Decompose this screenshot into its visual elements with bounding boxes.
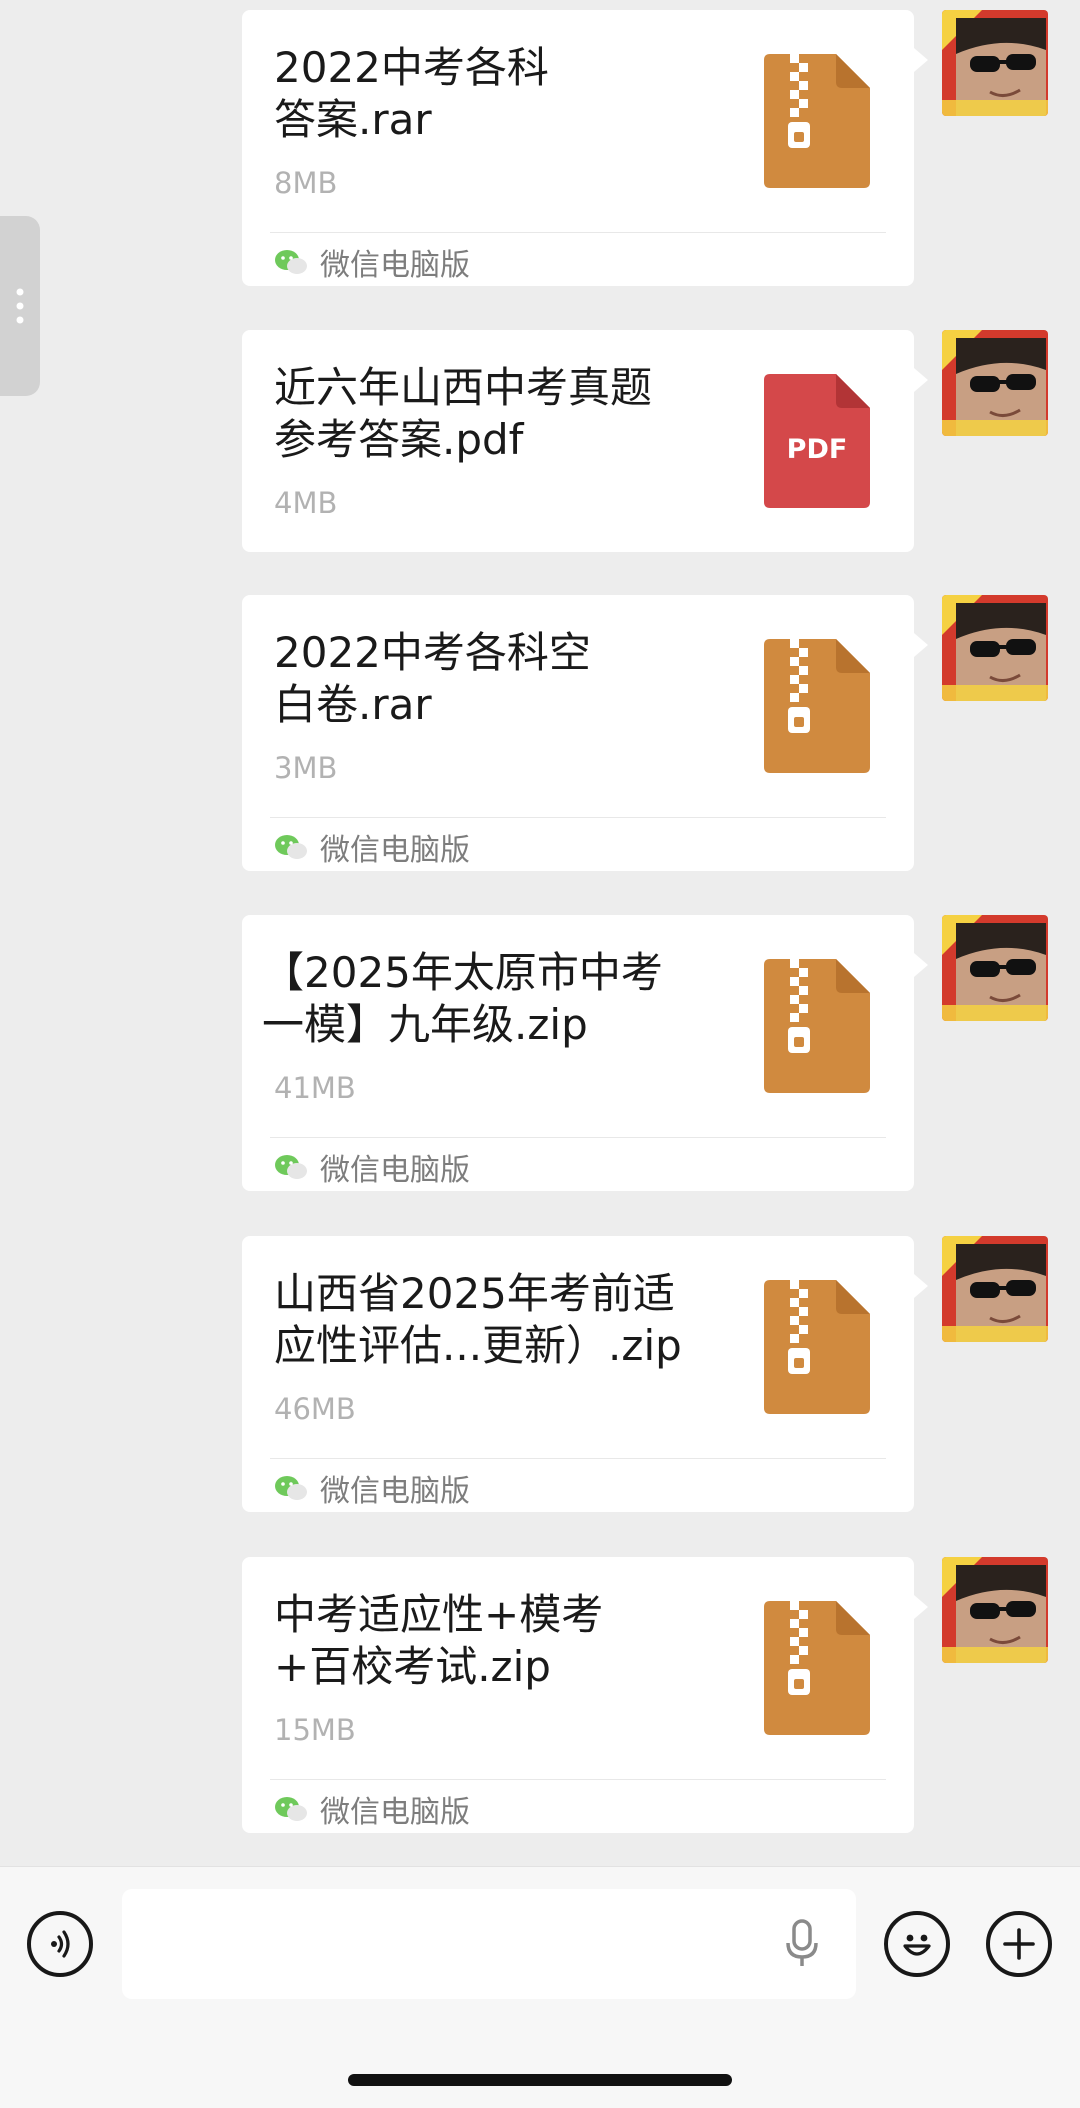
bubble-divider <box>270 1137 886 1138</box>
emoji-button[interactable] <box>884 1911 950 1977</box>
wechat-icon <box>275 250 307 274</box>
avatar[interactable] <box>942 10 1048 116</box>
chat-area[interactable]: 2022中考各科 答案.rar 8MB 微信电脑版 近六年山西中考真题 参考答案… <box>0 0 1080 1866</box>
avatar-image <box>942 595 1048 701</box>
source-text: 微信电脑版 <box>320 248 470 283</box>
source-label: 微信电脑版 <box>274 1466 470 1510</box>
avatar-image <box>942 10 1048 116</box>
file-name: 2022中考各科空 白卷.rar <box>274 628 591 729</box>
file-size: 15MB <box>274 1713 356 1747</box>
home-indicator[interactable] <box>348 2074 732 2086</box>
avatar[interactable] <box>942 330 1048 436</box>
file-bubble[interactable]: 山西省2025年考前适 应性评估...更新）.zip 46MB 微信电脑版 <box>242 1236 928 1512</box>
pdf-label: PDF <box>786 434 848 465</box>
zip-file-icon <box>764 959 870 1093</box>
file-name: 2022中考各科 答案.rar <box>274 43 549 144</box>
source-text: 微信电脑版 <box>320 833 470 868</box>
file-size: 41MB <box>274 1071 356 1105</box>
more-dots-icon <box>16 288 24 324</box>
source-label: 微信电脑版 <box>274 1145 470 1189</box>
file-size: 3MB <box>274 751 338 785</box>
voice-icon <box>51 1930 70 1958</box>
file-name: 【2025年太原市中考 一模】九年级.zip <box>262 948 663 1049</box>
source-text: 微信电脑版 <box>320 1474 470 1509</box>
file-size: 46MB <box>274 1392 356 1426</box>
side-drawer-handle[interactable] <box>0 216 40 396</box>
file-bubble[interactable]: 2022中考各科空 白卷.rar 3MB 微信电脑版 <box>242 595 928 871</box>
file-size: 8MB <box>274 166 338 200</box>
bubble-divider <box>270 817 886 818</box>
wechat-icon <box>275 1797 307 1821</box>
zip-file-icon <box>764 1601 870 1735</box>
file-name: 山西省2025年考前适 应性评估...更新）.zip <box>274 1269 682 1370</box>
wechat-icon <box>275 1476 307 1500</box>
plus-button[interactable] <box>986 1911 1052 1977</box>
input-bar <box>0 1866 1080 2108</box>
bubble-divider <box>270 1458 886 1459</box>
message-input[interactable] <box>122 1889 856 1999</box>
zip-file-icon <box>764 54 870 188</box>
avatar-image <box>942 330 1048 436</box>
file-size: 4MB <box>274 486 338 520</box>
microphone-button[interactable] <box>784 1919 820 1969</box>
avatar[interactable] <box>942 595 1048 701</box>
bubble-divider <box>270 1779 886 1780</box>
emoji-icon <box>903 1934 931 1956</box>
source-label: 微信电脑版 <box>274 825 470 869</box>
source-label: 微信电脑版 <box>274 240 470 284</box>
wechat-icon <box>275 1155 307 1179</box>
source-text: 微信电脑版 <box>320 1795 470 1830</box>
file-bubble[interactable]: 2022中考各科 答案.rar 8MB 微信电脑版 <box>242 10 928 286</box>
pdf-file-icon: PDF <box>764 374 870 508</box>
file-bubble[interactable]: 【2025年太原市中考 一模】九年级.zip 41MB 微信电脑版 <box>242 915 928 1191</box>
avatar-image <box>942 1557 1048 1663</box>
voice-toggle-button[interactable] <box>27 1911 93 1977</box>
source-label: 微信电脑版 <box>274 1787 470 1831</box>
source-text: 微信电脑版 <box>320 1153 470 1188</box>
avatar[interactable] <box>942 1557 1048 1663</box>
zip-file-icon <box>764 639 870 773</box>
file-name: 中考适应性+模考 +百校考试.zip <box>274 1590 604 1691</box>
avatar-image <box>942 915 1048 1021</box>
avatar[interactable] <box>942 915 1048 1021</box>
file-bubble[interactable]: 中考适应性+模考 +百校考试.zip 15MB 微信电脑版 <box>242 1557 928 1833</box>
bubble-divider <box>270 232 886 233</box>
file-bubble[interactable]: 近六年山西中考真题 参考答案.pdf 4MB PDF <box>242 330 928 552</box>
plus-icon <box>1003 1928 1035 1960</box>
zip-file-icon <box>764 1280 870 1414</box>
file-name: 近六年山西中考真题 参考答案.pdf <box>274 363 653 464</box>
wechat-icon <box>275 835 307 859</box>
avatar[interactable] <box>942 1236 1048 1342</box>
avatar-image <box>942 1236 1048 1342</box>
microphone-icon <box>786 1919 818 1966</box>
